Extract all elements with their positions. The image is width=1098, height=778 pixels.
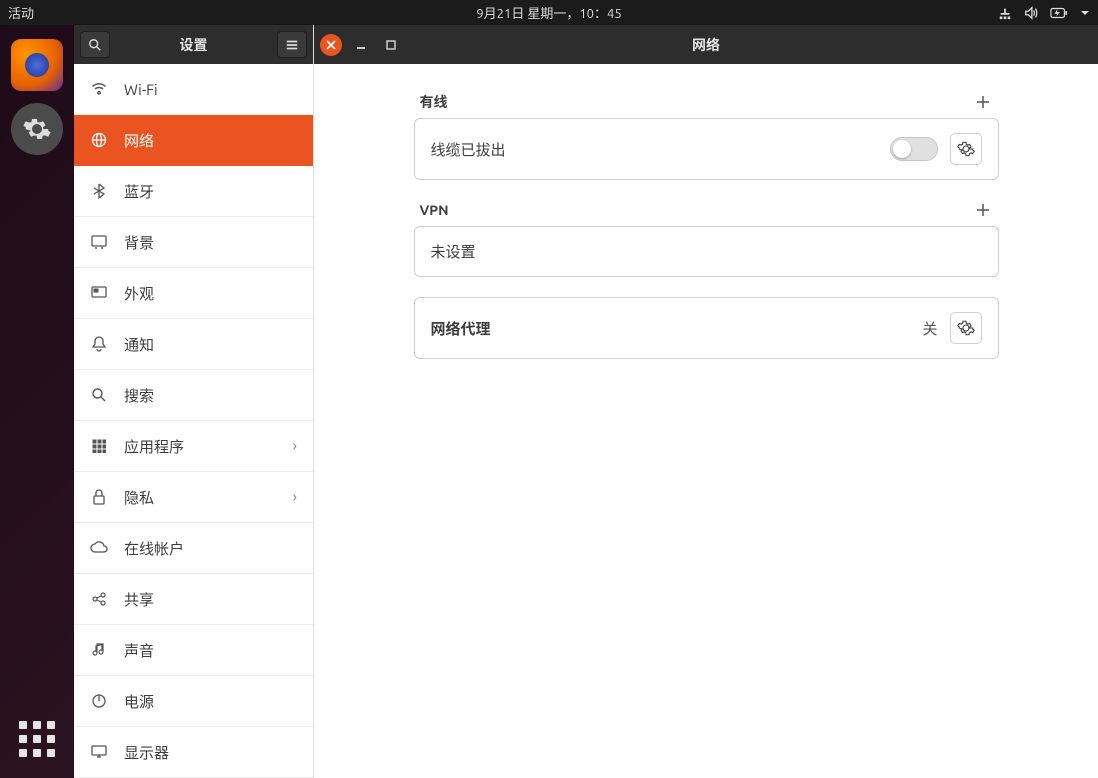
chevron-right-icon: › [293,437,298,455]
apps-icon [90,439,108,453]
sidebar-item-label: 在线帐户 [124,538,184,559]
wired-settings-button[interactable] [950,133,982,165]
background-icon [90,235,108,249]
sidebar-item-wifi[interactable]: Wi-Fi [74,64,313,115]
power-icon [90,693,108,709]
add-vpn-button[interactable] [973,200,993,220]
settings-window: 设置 Wi-Fi 网络 蓝牙 背景 [74,25,1098,778]
sidebar-item-bluetooth[interactable]: 蓝牙 [74,166,313,217]
wired-section: 有线 线缆已拔出 [414,92,999,180]
proxy-settings-button[interactable] [950,312,982,344]
sidebar-header: 设置 [74,25,313,64]
sidebar-item-label: 电源 [124,691,154,712]
close-icon [326,40,336,50]
sidebar: 设置 Wi-Fi 网络 蓝牙 背景 [74,25,314,778]
sidebar-item-label: 声音 [124,640,154,661]
wired-status-label: 线缆已拔出 [431,139,506,160]
proxy-row[interactable]: 网络代理 关 [415,298,998,358]
sidebar-item-label: 显示器 [124,742,169,763]
maximize-icon [385,39,397,51]
content-title: 网络 [692,35,720,55]
content-header: 网络 [314,25,1098,64]
share-icon [90,591,108,607]
window-minimize-button[interactable] [350,34,372,56]
cloud-icon [90,541,108,555]
globe-icon [90,132,108,148]
hamburger-icon [285,38,299,52]
sidebar-item-sound[interactable]: 声音 [74,625,313,676]
content-body: 有线 线缆已拔出 [314,64,1098,778]
sidebar-item-label: 背景 [124,232,154,253]
sidebar-item-displays[interactable]: 显示器 [74,727,313,778]
search-icon [90,387,108,403]
sidebar-item-appearance[interactable]: 外观 [74,268,313,319]
window-maximize-button[interactable] [380,34,402,56]
status-area[interactable] [998,6,1090,20]
plus-icon [976,95,990,109]
gear-icon [957,319,975,337]
sidebar-item-label: 共享 [124,589,154,610]
sidebar-item-online-accounts[interactable]: 在线帐户 [74,523,313,574]
search-button[interactable] [80,31,110,58]
appearance-icon [90,286,108,300]
battery-icon [1050,6,1068,20]
dock [0,25,74,778]
lock-icon [90,489,108,505]
vpn-row: 未设置 [415,227,998,276]
display-icon [90,745,108,759]
activities-button[interactable]: 活动 [8,3,34,22]
sidebar-item-applications[interactable]: 应用程序 › [74,421,313,472]
minimize-icon [355,39,367,51]
wifi-icon [90,81,108,97]
sidebar-item-background[interactable]: 背景 [74,217,313,268]
gear-icon [957,140,975,158]
sidebar-item-label: Wi-Fi [124,81,158,98]
top-bar: 活动 9月21日 星期一，10：45 [0,0,1098,25]
sidebar-list: Wi-Fi 网络 蓝牙 背景 外观 通知 [74,64,313,778]
dock-settings-icon[interactable] [11,103,63,155]
content-pane: 网络 有线 线缆已拔出 [314,25,1098,778]
search-icon [88,38,102,52]
bluetooth-icon [90,183,108,199]
sidebar-item-sharing[interactable]: 共享 [74,574,313,625]
dock-firefox-icon[interactable] [11,39,63,91]
show-applications-button[interactable] [16,718,58,760]
sidebar-item-search[interactable]: 搜索 [74,370,313,421]
vpn-heading: VPN [420,202,449,218]
sidebar-item-label: 搜索 [124,385,154,406]
vpn-status-label: 未设置 [431,241,476,262]
chevron-right-icon: › [293,488,298,506]
sidebar-item-power[interactable]: 电源 [74,676,313,727]
wired-heading: 有线 [420,92,448,112]
proxy-status-label: 关 [922,318,937,339]
sidebar-item-notifications[interactable]: 通知 [74,319,313,370]
sidebar-item-label: 蓝牙 [124,181,154,202]
sidebar-item-label: 网络 [124,130,154,151]
plus-icon [976,203,990,217]
volume-icon [1024,6,1038,20]
proxy-heading: 网络代理 [431,318,491,339]
wired-row: 线缆已拔出 [415,119,998,179]
network-icon [998,6,1012,20]
hamburger-menu-button[interactable] [277,31,307,58]
sidebar-item-network[interactable]: 网络 [74,115,313,166]
clock[interactable]: 9月21日 星期一，10：45 [476,3,621,22]
add-wired-button[interactable] [973,92,993,112]
music-icon [90,642,108,658]
sidebar-title: 设置 [116,35,271,55]
sidebar-item-label: 应用程序 [124,436,184,457]
bell-icon [90,336,108,352]
sidebar-item-privacy[interactable]: 隐私 › [74,472,313,523]
sidebar-item-label: 外观 [124,283,154,304]
chevron-down-icon [1080,8,1090,18]
sidebar-item-label: 隐私 [124,487,154,508]
vpn-section: VPN 未设置 [414,200,999,277]
sidebar-item-label: 通知 [124,334,154,355]
proxy-section: 网络代理 关 [414,297,999,359]
window-close-button[interactable] [320,34,342,56]
wired-toggle[interactable] [890,137,938,161]
